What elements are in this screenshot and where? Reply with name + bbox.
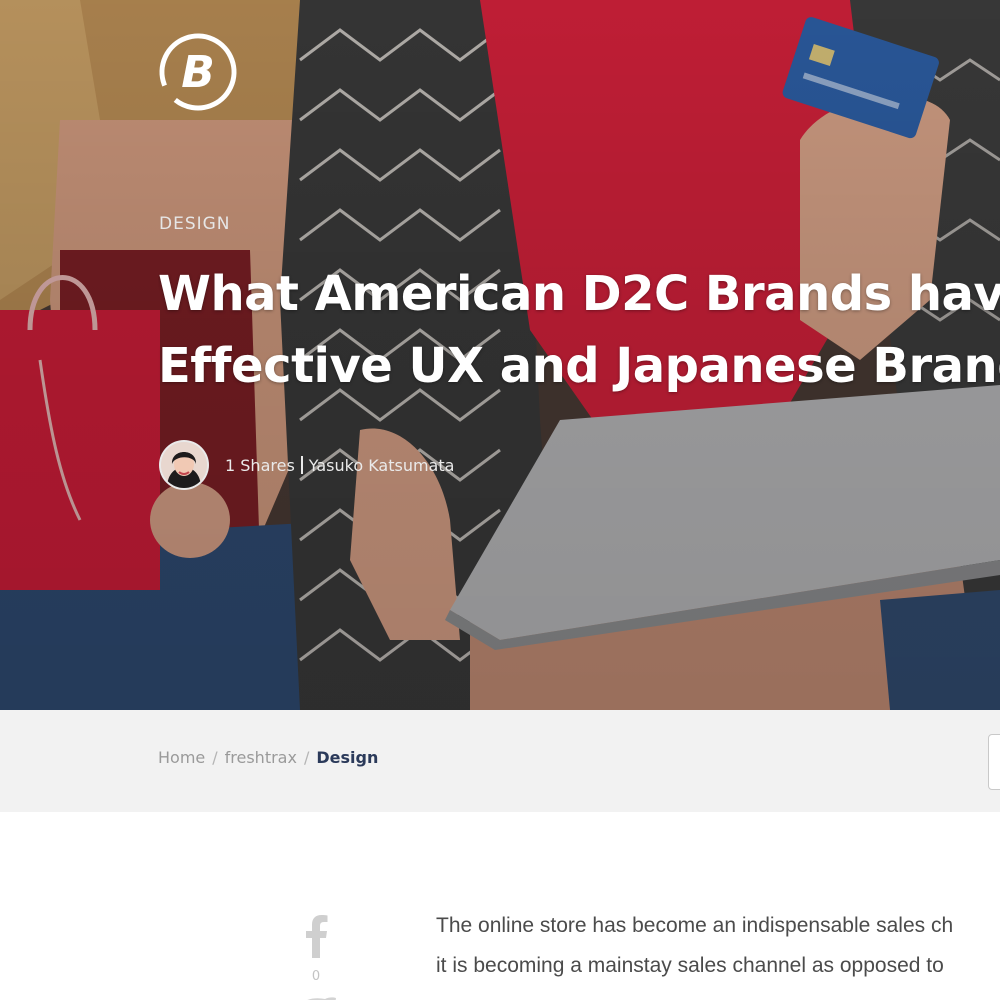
meta-divider: [300, 456, 303, 474]
post-category[interactable]: DESIGN: [159, 214, 231, 234]
svg-text:B: B: [181, 47, 215, 98]
breadcrumb-home[interactable]: Home: [158, 748, 205, 767]
hero-banner: B DESIGN What American D2C Brands have E…: [0, 0, 1000, 710]
share-count: 1 Shares: [225, 455, 295, 475]
article-paragraph-line-2: it is becoming a mainstay sales channel …: [436, 954, 944, 977]
breadcrumb-separator: /: [303, 748, 310, 767]
article-body: The online store has become an indispens…: [436, 906, 1000, 986]
author-avatar[interactable]: [159, 440, 209, 490]
post-meta: 1 Shares Yasuko Katsumata: [159, 440, 454, 490]
article-paragraph-line-1: The online store has become an indispens…: [436, 914, 954, 937]
twitter-share-button[interactable]: [297, 992, 337, 1000]
breadcrumb-bar: Home / freshtrax / Design: [0, 710, 1000, 812]
post-title-line-2: Effective UX and Japanese Brand: [158, 338, 1000, 394]
breadcrumb-current: Design: [316, 748, 379, 767]
breadcrumb-separator: /: [212, 748, 218, 767]
breadcrumb-freshtrax[interactable]: freshtrax: [225, 748, 297, 767]
post-title-line-1: What American D2C Brands have: [158, 266, 1000, 322]
search-box-edge[interactable]: [988, 734, 1000, 790]
breadcrumb: Home / freshtrax / Design: [158, 748, 378, 767]
share-sidebar: 0: [296, 912, 336, 984]
facebook-share-count: 0: [311, 969, 321, 984]
author-name[interactable]: Yasuko Katsumata: [309, 456, 455, 475]
post-meta-text: 1 Shares Yasuko Katsumata: [225, 456, 454, 475]
post-title: What American D2C Brands have Effective …: [158, 258, 1000, 402]
facebook-icon: [306, 915, 328, 958]
brand-logo-icon[interactable]: B: [158, 32, 238, 112]
facebook-share-button[interactable]: [296, 912, 336, 963]
